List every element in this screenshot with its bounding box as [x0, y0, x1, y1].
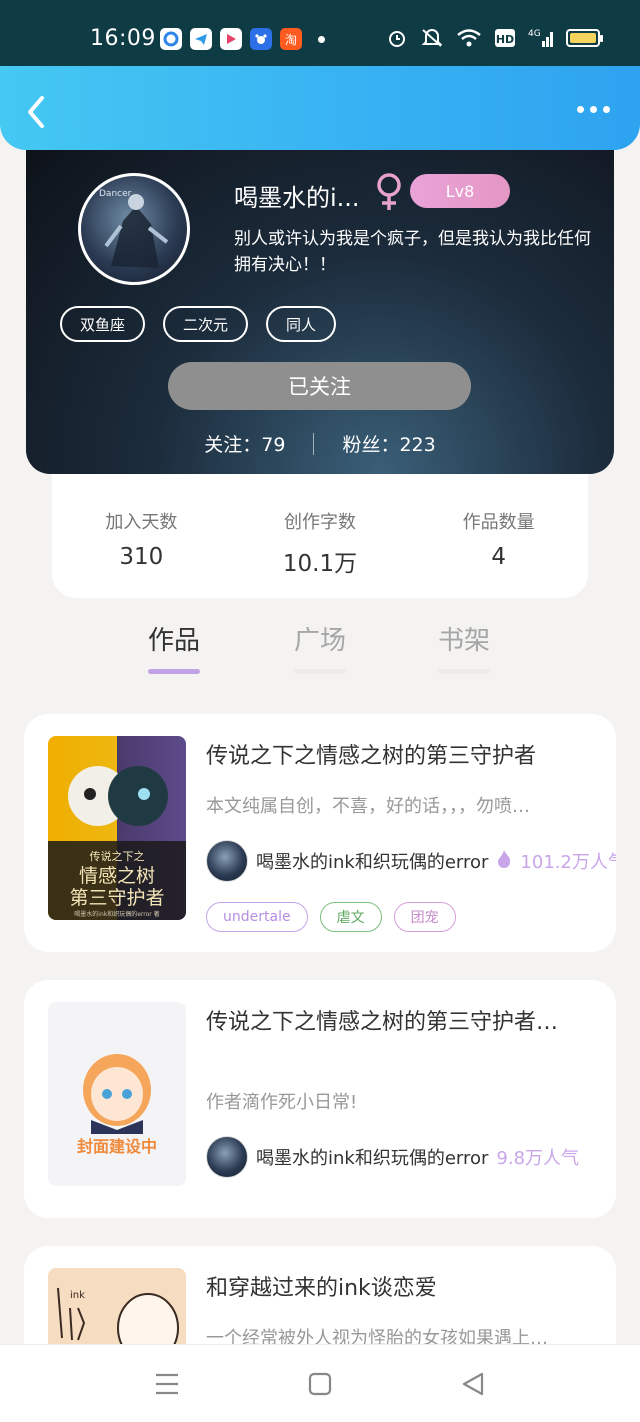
follow-button[interactable]: 已关注	[168, 362, 471, 410]
stat-works-count: 作品数量 4	[409, 474, 588, 598]
stats-card: 加入天数 310 创作字数 10.1万 作品数量 4	[52, 474, 588, 598]
avatar[interactable]: Dancer	[78, 173, 190, 285]
work-card[interactable]: 传说之下之 情感之树 第三守护者 喝墨水的ink和织玩偶的error 著 传说之…	[24, 714, 616, 952]
system-icons: HD 4G	[386, 26, 603, 50]
app-telegram-icon	[190, 28, 212, 50]
system-nav-bar	[0, 1344, 640, 1422]
svg-text:HD: HD	[496, 33, 514, 46]
popularity: 101.2万人气	[520, 852, 616, 873]
mute-icon	[420, 26, 444, 50]
work-cover[interactable]: 封面建设中	[48, 1002, 186, 1186]
stat-word-count: 创作字数 10.1万	[231, 474, 410, 598]
level-badge: Lv8	[410, 174, 510, 208]
work-title[interactable]: 传说之下之情感之树的第三守护者	[206, 738, 596, 770]
tab-label: 广场	[293, 626, 346, 656]
more-notifications-dot	[318, 35, 325, 43]
work-tag[interactable]: 团宠	[393, 902, 456, 932]
profile-tags: 双鱼座 二次元 同人	[60, 306, 337, 342]
stat-value: 310	[119, 544, 164, 570]
author-name[interactable]: 喝墨水的ink和织玩偶的error	[256, 848, 488, 874]
tab-bookshelf[interactable]: 书架	[424, 620, 504, 674]
tab-indicator	[438, 669, 490, 674]
cover-title-line1: ink	[70, 1290, 85, 1301]
cover-title-line3: 第三守护者	[69, 887, 164, 909]
tab-label: 作品	[147, 626, 200, 656]
profile-tag[interactable]: 二次元	[163, 306, 249, 342]
app-baidu-icon	[250, 28, 272, 50]
alarm-icon	[386, 26, 408, 50]
follow-counts: 关注：79 粉丝：223	[26, 430, 614, 457]
profile-tag[interactable]: 同人	[266, 306, 337, 342]
stat-value: 4	[491, 544, 506, 570]
work-card[interactable]: 封面建设中 传说之下之情感之树的第三守护者… 作者滴作死小日常! 喝墨水的ink…	[24, 980, 616, 1218]
top-app-bar	[0, 66, 640, 150]
battery-icon	[566, 29, 603, 47]
tab-square[interactable]: 广场	[280, 620, 360, 674]
work-tag[interactable]: 虐文	[319, 902, 382, 932]
hd-icon: HD	[494, 26, 516, 50]
work-author-row: 喝墨水的ink和织玩偶的error 101.2万人气	[206, 840, 616, 882]
following-count[interactable]: 关注：79	[204, 430, 285, 457]
app-blue-icon	[160, 28, 182, 50]
app-video-icon	[220, 28, 242, 50]
back-triangle-icon[interactable]	[458, 1369, 488, 1399]
app-taobao-icon: 淘	[280, 28, 302, 50]
menu-icon[interactable]	[152, 1369, 182, 1399]
work-tag[interactable]: undertale	[206, 902, 308, 932]
tab-indicator	[294, 669, 346, 674]
tab-works[interactable]: 作品	[134, 620, 214, 674]
work-title[interactable]: 和穿越过来的ink谈恋爱	[206, 1270, 596, 1302]
stat-label: 创作字数	[284, 512, 356, 533]
cover-author-line: 喝墨水的ink和织玩偶的error 著	[74, 910, 159, 918]
profile-card: Dancer 喝墨水的i... Lv8 别人或许认为我是个疯子，但是我认为我比任…	[26, 130, 614, 474]
tab-indicator	[148, 669, 200, 674]
cover-title-line2: 情感之树	[79, 865, 155, 887]
stat-value: 10.1万	[282, 551, 358, 577]
work-author-row: 喝墨水的ink和织玩偶的error 9.8万人气	[206, 1136, 579, 1178]
stat-label: 作品数量	[462, 512, 535, 533]
status-time: 16:09	[90, 26, 156, 51]
stat-join-days: 加入天数 310	[52, 474, 231, 598]
nickname: 喝墨水的i...	[234, 184, 360, 212]
tab-label: 书架	[437, 626, 490, 656]
female-gender-icon	[374, 172, 404, 212]
work-title[interactable]: 传说之下之情感之树的第三守护者…	[206, 1004, 596, 1036]
hot-flame-icon	[496, 849, 512, 873]
home-square-icon[interactable]	[305, 1369, 335, 1399]
followers-count[interactable]: 粉丝：223	[342, 430, 435, 457]
divider	[313, 432, 315, 455]
work-description: 本文纯属自创，不喜，好的话，，，勿喷…	[206, 796, 530, 817]
author-name[interactable]: 喝墨水的ink和织玩偶的error	[256, 1144, 488, 1170]
popularity: 9.8万人气	[496, 1148, 580, 1169]
stat-label: 加入天数	[105, 512, 178, 533]
wifi-icon	[456, 26, 482, 50]
svg-text:Dancer: Dancer	[99, 189, 132, 199]
profile-tag[interactable]: 双鱼座	[60, 306, 146, 342]
work-tags: undertale 虐文 团宠	[206, 902, 456, 932]
cover-title-line1: 传说之下之	[90, 849, 145, 863]
bio-text: 别人或许认为我是个疯子，但是我认为我比任何 拥有决心！！	[234, 229, 591, 275]
cover-placeholder-text: 封面建设中	[77, 1137, 157, 1156]
work-cover[interactable]: 传说之下之 情感之树 第三守护者 喝墨水的ink和织玩偶的error 著	[48, 736, 186, 920]
notification-icons: 淘	[160, 28, 325, 50]
author-avatar[interactable]	[206, 840, 248, 882]
work-description: 作者滴作死小日常!	[206, 1092, 358, 1113]
more-dots-icon[interactable]	[577, 106, 610, 113]
svg-text:4G: 4G	[528, 29, 541, 39]
status-bar: 16:09 淘 HD 4G	[0, 0, 640, 66]
author-avatar[interactable]	[206, 1136, 248, 1178]
content-tabs: 作品 广场 书架	[0, 610, 640, 690]
back-chevron-icon[interactable]	[22, 94, 50, 130]
signal-4g-icon: 4G	[528, 26, 554, 50]
